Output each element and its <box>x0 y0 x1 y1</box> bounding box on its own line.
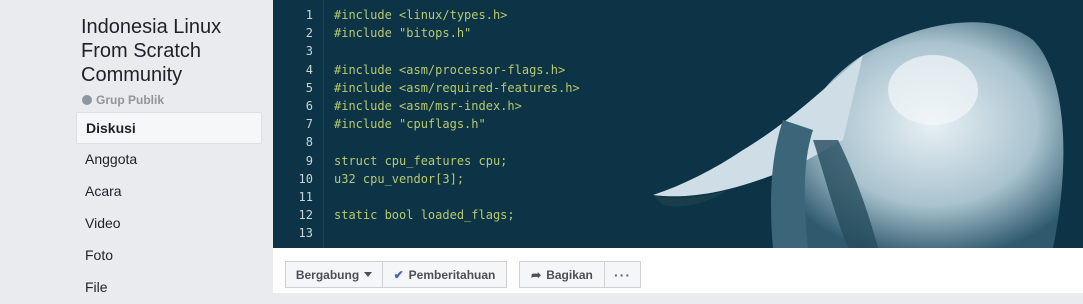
nav-item-foto[interactable]: Foto <box>76 240 262 272</box>
code-line: 2 #include "bitops.h" <box>273 24 580 42</box>
share-icon: ➦ <box>531 267 542 282</box>
line-number: 4 <box>305 62 313 77</box>
globe-icon <box>82 95 92 105</box>
line-number: 11 <box>298 189 313 204</box>
line-number: 6 <box>305 98 313 113</box>
code-line: 9 struct cpu_features cpu; <box>273 152 580 170</box>
group-sidebar: Indonesia Linux From Scratch Community G… <box>0 0 272 295</box>
line-number: 13 <box>298 226 313 241</box>
share-button[interactable]: ➦ Bagikan <box>519 261 605 288</box>
code-line: 3 <box>273 42 580 60</box>
join-button[interactable]: Bergabung <box>285 261 383 288</box>
line-number: 7 <box>305 117 313 132</box>
line-number: 12 <box>298 208 313 223</box>
code-line: 12 static bool loaded_flags; <box>273 206 580 224</box>
nav-item-diskusi[interactable]: Diskusi <box>76 112 262 144</box>
share-label: Bagikan <box>546 267 593 282</box>
notifications-label: Pemberitahuan <box>408 267 496 282</box>
cover-photo[interactable]: 1 #include <linux/types.h> 2 #include "bit… <box>273 0 1083 248</box>
penguin-illustration <box>653 22 1064 248</box>
nav-item-file[interactable]: File <box>76 272 262 304</box>
line-number: 5 <box>305 80 313 95</box>
code-line: 6 #include <asm/msr-index.h> <box>273 97 580 115</box>
code-text: static bool loaded_flags; <box>334 208 515 223</box>
line-number: 1 <box>305 8 313 22</box>
code-line: 13 <box>273 224 580 242</box>
code-line: 7 #include "cpuflags.h" <box>273 115 580 133</box>
code-line: 5 #include <asm/required-features.h> <box>273 79 580 97</box>
privacy-label: Grup Publik <box>96 93 165 107</box>
check-icon: ✔ <box>393 267 404 282</box>
group-title[interactable]: Indonesia Linux From Scratch Community <box>81 15 266 87</box>
more-options-button[interactable]: ··· <box>604 261 641 288</box>
code-block: 1 #include <linux/types.h> 2 #include "bit… <box>273 6 580 242</box>
group-privacy: Grup Publik <box>82 93 164 107</box>
nav-item-anggota[interactable]: Anggota <box>76 144 262 176</box>
code-line: 1 #include <linux/types.h> <box>273 6 580 24</box>
join-label: Bergabung <box>295 267 360 282</box>
chevron-down-icon <box>364 272 373 277</box>
code-line: 10 u32 cpu_vendor[3]; <box>273 170 580 188</box>
code-line: 4 #include <asm/processor-flags.h> <box>273 61 580 79</box>
code-text: #include <linux/types.h> <box>334 8 508 22</box>
code-text: #include <asm/required-features.h> <box>334 80 580 95</box>
line-number: 2 <box>305 26 313 41</box>
line-number: 10 <box>298 171 313 186</box>
code-text: #include <asm/msr-index.h> <box>334 98 522 113</box>
code-text: struct cpu_features cpu; <box>334 153 508 168</box>
nav-item-acara[interactable]: Acara <box>76 176 262 208</box>
line-number: 3 <box>305 44 313 59</box>
code-text: #include "bitops.h" <box>334 26 472 41</box>
more-icon: ··· <box>614 266 631 283</box>
code-line: 11 <box>273 188 580 206</box>
notifications-button[interactable]: ✔ Pemberitahuan <box>382 261 507 288</box>
nav-item-video[interactable]: Video <box>76 208 262 240</box>
line-number: 9 <box>305 153 313 168</box>
line-number: 8 <box>305 135 313 150</box>
group-action-bar: Bergabung ✔ Pemberitahuan ➦ Bagikan ··· <box>273 248 1083 293</box>
code-text: u32 cpu_vendor[3]; <box>334 171 465 186</box>
code-line: 8 <box>273 133 580 151</box>
code-text: #include "cpuflags.h" <box>334 117 486 132</box>
group-nav: Diskusi Anggota Acara Video Foto File <box>76 112 262 304</box>
code-text: #include <asm/processor-flags.h> <box>334 62 566 77</box>
